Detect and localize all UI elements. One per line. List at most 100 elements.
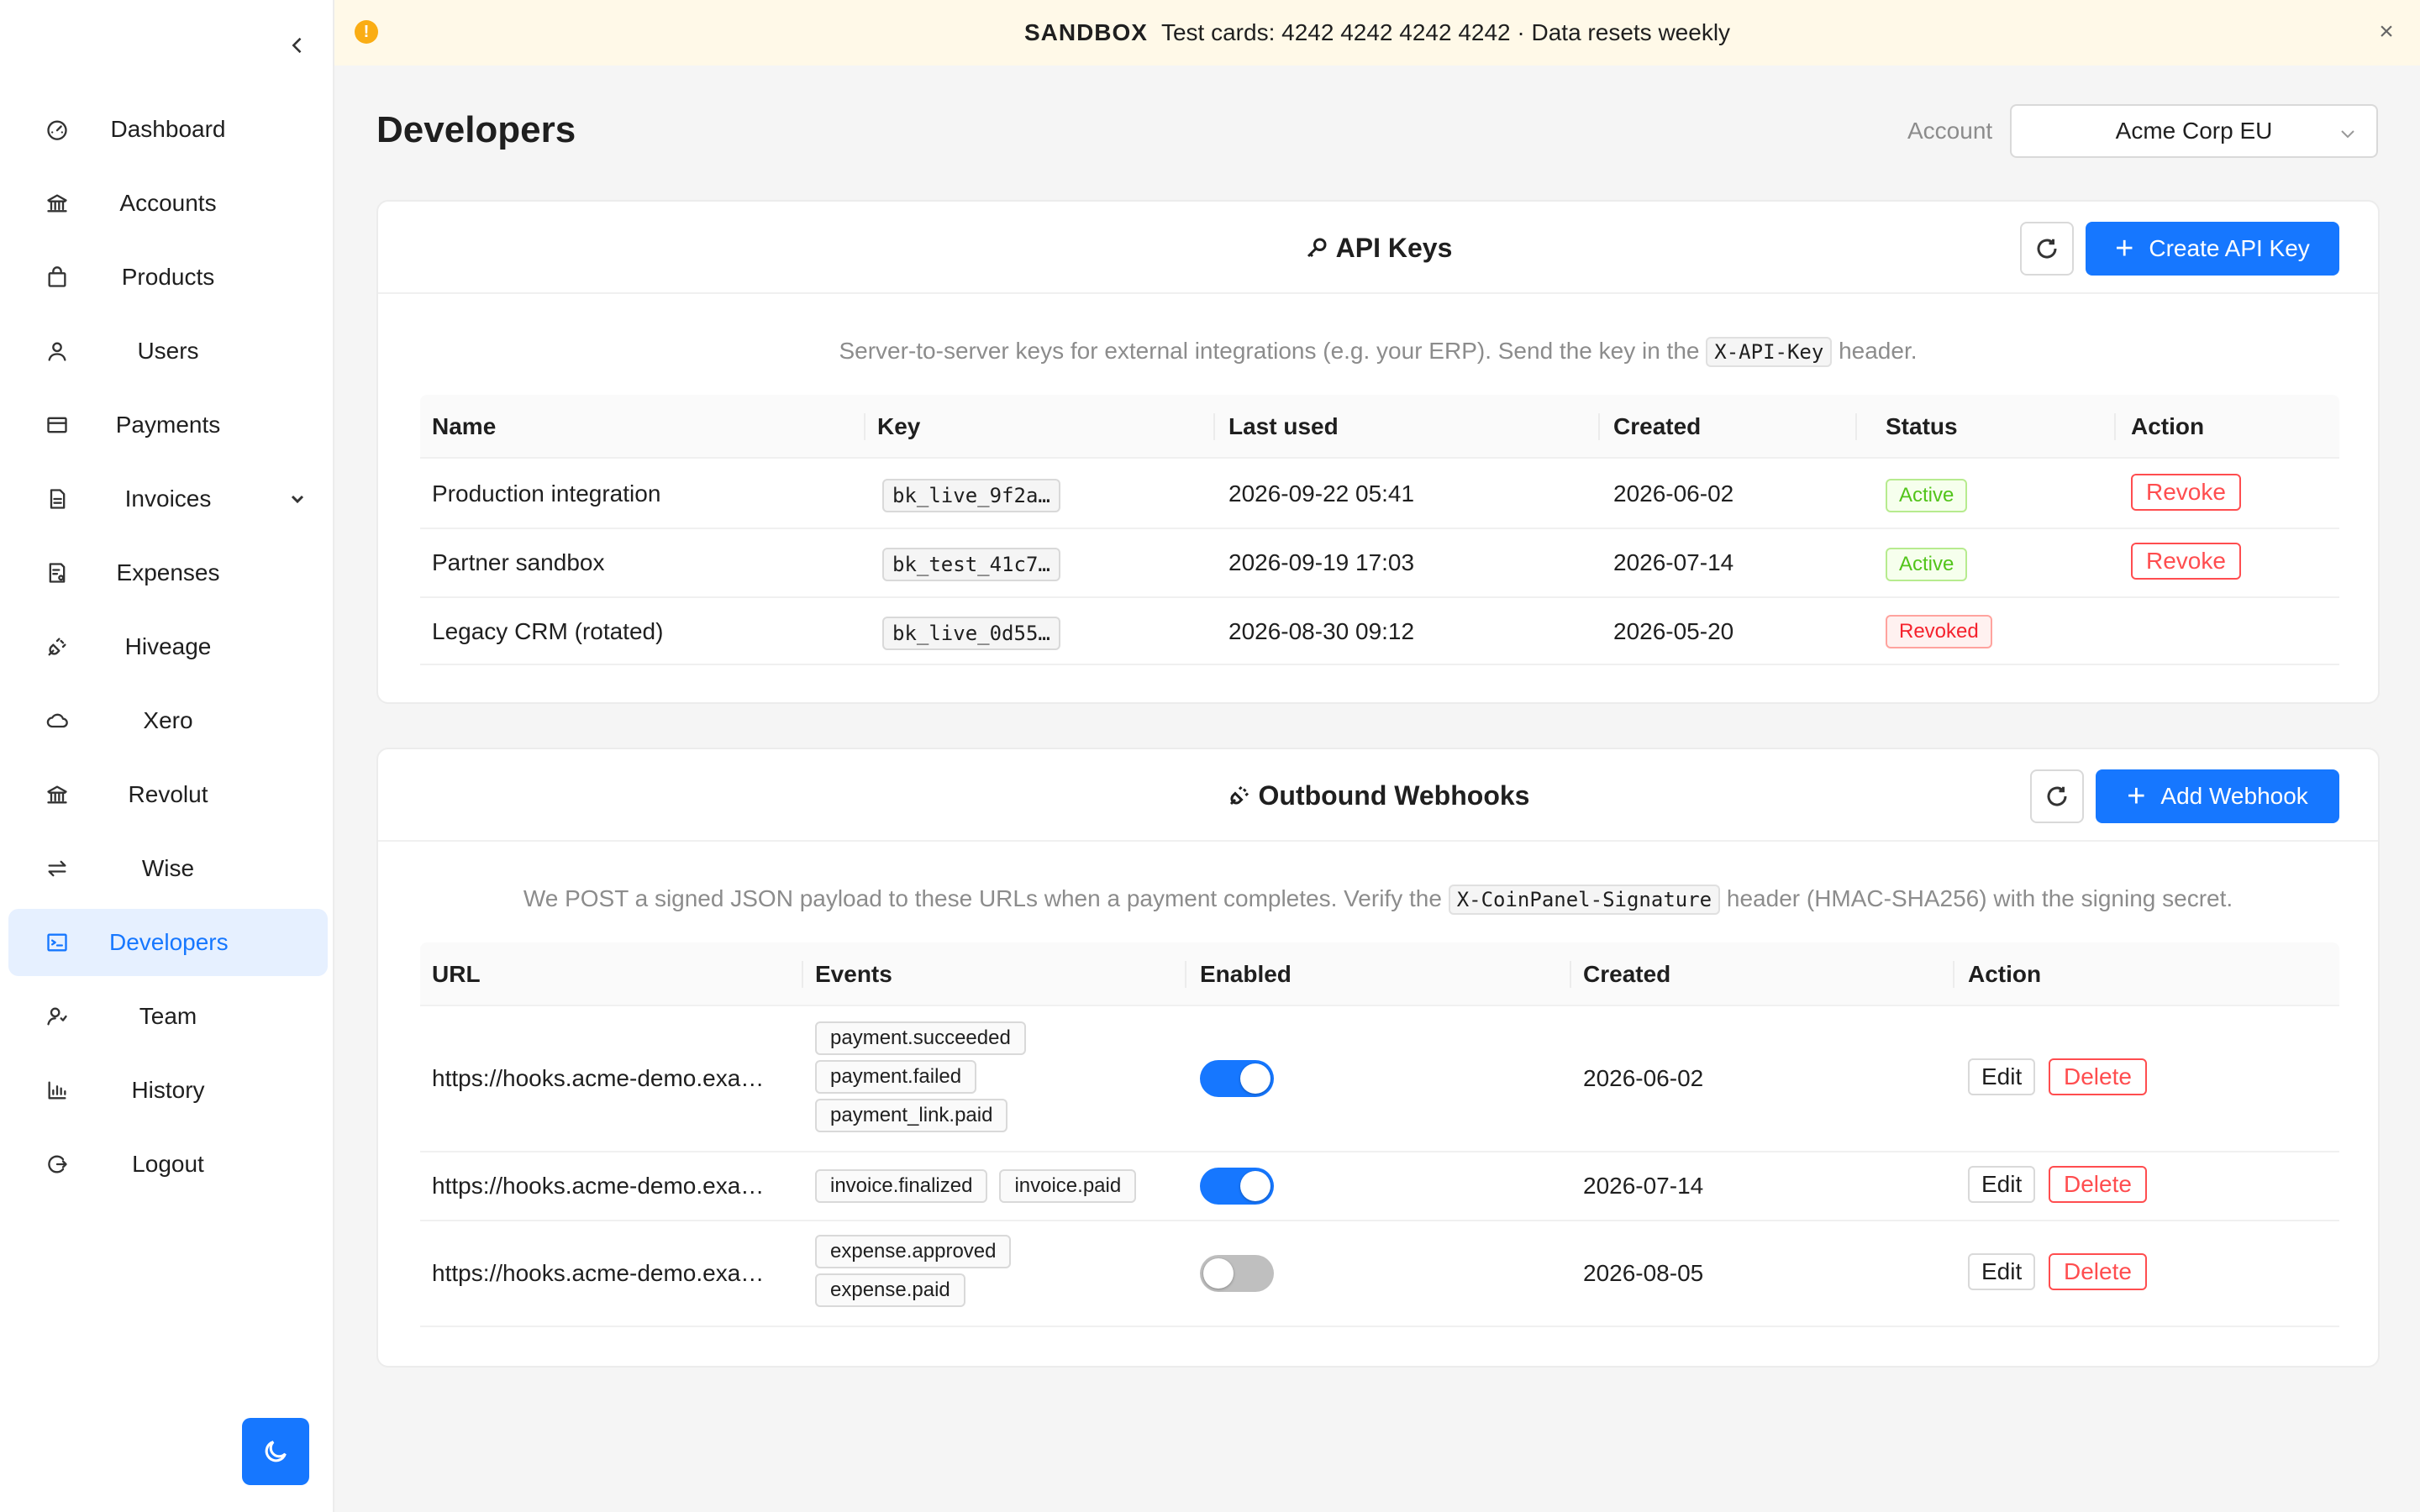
enabled-toggle[interactable] [1200,1255,1274,1292]
sidebar-item-invoices[interactable]: Invoices [8,465,328,533]
status-badge: Active [1886,548,1968,581]
delete-button[interactable]: Delete [2049,1166,2147,1203]
account-select[interactable]: Acme Corp EU [2010,104,2378,158]
webhooks-table: URL Events Enabled Created Action https:… [420,942,2339,1327]
credit-card-icon [45,413,69,437]
sidebar-item-users[interactable]: Users [8,318,328,385]
sidebar-item-history[interactable]: History [8,1057,328,1124]
sidebar-item-payments[interactable]: Payments [8,391,328,459]
edit-button[interactable]: Edit [1968,1166,2036,1203]
column-header: URL [432,961,481,987]
file-text-icon [45,487,69,511]
dashboard-icon [45,118,69,141]
plug-icon [45,635,69,659]
collapse-sidebar-icon[interactable] [282,30,313,60]
user-icon [45,339,69,363]
close-icon[interactable]: × [2373,18,2400,45]
created-date: 2026-08-05 [1583,1260,1704,1286]
sidebar-item-products[interactable]: Products [8,244,328,311]
table-row: https://hooks.acme-demo.exa… invoice.fin… [420,1152,2339,1221]
add-webhook-label: Add Webhook [2160,783,2308,809]
sandbox-banner: ! SANDBOX Test cards: 4242 4242 4242 424… [334,0,2420,66]
sidebar-item-revolut[interactable]: Revolut [8,761,328,828]
sidebar-item-label: Dashboard [110,116,226,142]
revoke-button[interactable]: Revoke [2131,543,2241,580]
revoke-button[interactable]: Revoke [2131,474,2241,511]
delete-button[interactable]: Delete [2049,1058,2147,1095]
bank-icon [45,192,69,215]
create-api-key-label: Create API Key [2149,235,2310,261]
toggle-knob [1240,1171,1270,1201]
column-divider [864,413,865,440]
sidebar-item-label: Team [139,1003,197,1029]
sidebar-item-accounts[interactable]: Accounts [8,170,328,237]
column-header: Action [1968,961,2042,987]
sidebar-item-label: Revolut [128,781,208,807]
column-divider [1855,413,1857,440]
table-header: URL Events Enabled Created Action [420,942,2339,1006]
sidebar-item-label: Xero [143,707,193,733]
column-header: Key [877,413,921,439]
sidebar-item-logout[interactable]: Logout [8,1131,328,1198]
last-used: 2026-09-22 05:41 [1228,480,1415,507]
column-header: Last used [1228,413,1339,439]
column-header: Created [1613,413,1702,439]
moon-icon [265,1441,287,1462]
created-date: 2026-06-02 [1583,1065,1704,1091]
refresh-webhooks-button[interactable] [2030,769,2084,823]
created-date: 2026-07-14 [1613,549,1734,575]
column-divider [1185,961,1186,988]
desc-text: header (HMAC-SHA256) with the signing se… [1726,885,2233,911]
sidebar-item-label: Logout [132,1151,204,1177]
refresh-api-keys-button[interactable] [2020,222,2074,276]
sidebar-item-expenses[interactable]: Expenses [8,539,328,606]
event-tag: expense.paid [815,1273,965,1307]
enabled-toggle[interactable] [1200,1168,1274,1205]
column-divider [1598,413,1600,440]
webhooks-description: We POST a signed JSON payload to these U… [378,885,2378,915]
sidebar-item-wise[interactable]: Wise [8,835,328,902]
webhook-url: https://hooks.acme-demo.exa… [432,1065,765,1091]
edit-button[interactable]: Edit [1968,1253,2036,1290]
column-divider [2114,413,2116,440]
account-label: Account [1907,118,1993,144]
toggle-knob [1240,1063,1270,1094]
api-keys-title: API Keys [378,202,2378,294]
column-divider [1953,961,1954,988]
sidebar-item-label: Invoices [124,486,212,512]
sidebar-item-label: Products [121,264,215,290]
create-api-key-button[interactable]: + Create API Key [2086,222,2339,276]
table-header: Name Key Last used Created Status Action [420,395,2339,459]
webhooks-title-text: Outbound Webhooks [1258,780,1530,811]
enabled-toggle[interactable] [1200,1060,1274,1097]
chevron-down-icon [2338,123,2358,143]
sidebar-item-developers[interactable]: Developers [8,909,328,976]
sidebar-item-label: Users [137,338,199,364]
sidebar-item-hiveage[interactable]: Hiveage [8,613,328,680]
event-tags: payment.succeeded payment.failed payment… [815,1021,1038,1137]
sidebar-item-label: Expenses [116,559,220,585]
sidebar-item-team[interactable]: Team [8,983,328,1050]
edit-button[interactable]: Edit [1968,1058,2036,1095]
chevron-down-icon[interactable] [287,489,308,509]
key-value: bk_live_9f2a… [882,479,1060,512]
sidebar-item-label: History [131,1077,205,1103]
desc-text: header. [1839,338,1918,364]
webhooks-card: Outbound Webhooks + Add Webhook We POST a… [376,748,2380,1368]
add-webhook-button[interactable]: + Add Webhook [2096,769,2339,823]
shopping-bag-icon [45,265,69,289]
created-date: 2026-06-02 [1613,480,1734,507]
column-header: Created [1583,961,1671,987]
key-name: Partner sandbox [432,549,605,575]
theme-toggle-button[interactable] [242,1418,309,1485]
event-tag: payment_link.paid [815,1099,1008,1132]
sidebar-item-dashboard[interactable]: Dashboard [8,96,328,163]
column-divider [802,961,803,988]
delete-button[interactable]: Delete [2049,1253,2147,1290]
terminal-icon [45,931,69,954]
banner-tag: SANDBOX [1023,19,1148,45]
plus-icon: + [2127,779,2146,814]
sidebar-item-xero[interactable]: Xero [8,687,328,754]
receipt-icon [45,561,69,585]
account-select-value: Acme Corp EU [2115,118,2273,144]
